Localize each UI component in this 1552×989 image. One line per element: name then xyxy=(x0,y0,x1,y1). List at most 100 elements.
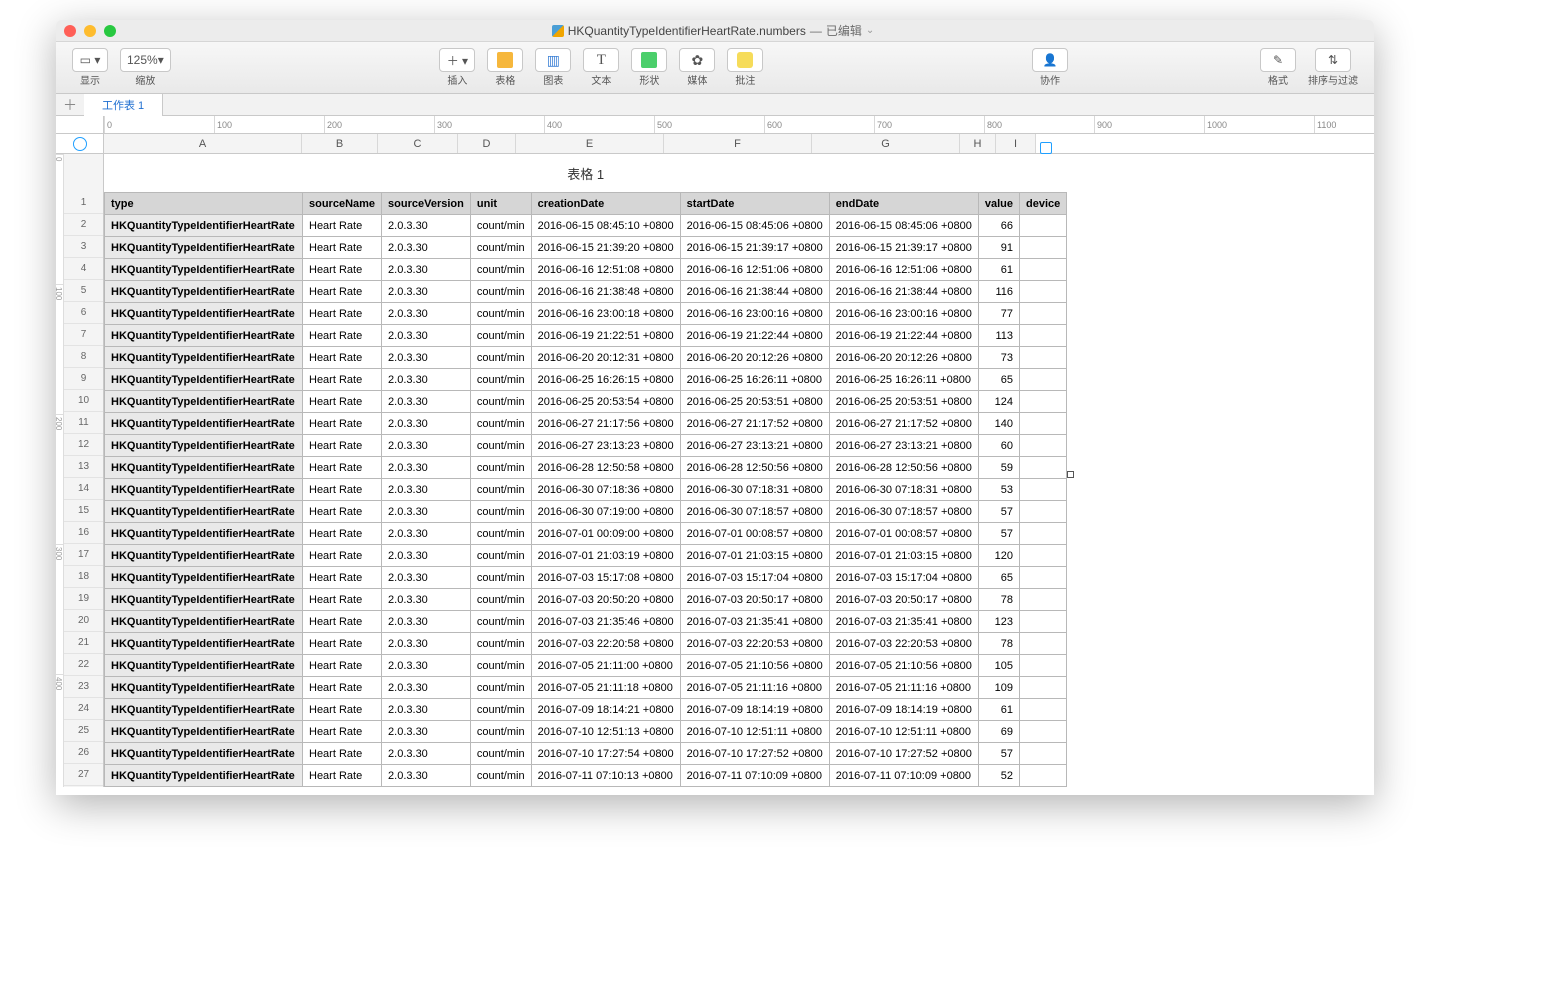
row-number[interactable]: 8 xyxy=(64,346,103,368)
column-header-H[interactable]: H xyxy=(960,134,996,153)
add-sheet-button[interactable]: ＋ xyxy=(56,95,84,115)
cell[interactable]: 2016-06-16 12:51:08 +0800 xyxy=(531,259,680,281)
header-cell[interactable]: unit xyxy=(470,193,531,215)
cell[interactable]: count/min xyxy=(470,237,531,259)
cell[interactable]: 2016-06-25 16:26:11 +0800 xyxy=(829,369,978,391)
cell[interactable]: 2016-07-09 18:14:19 +0800 xyxy=(680,699,829,721)
cell[interactable]: count/min xyxy=(470,281,531,303)
cell[interactable]: HKQuantityTypeIdentifierHeartRate xyxy=(105,655,303,677)
cell[interactable]: 2016-06-28 12:50:58 +0800 xyxy=(531,457,680,479)
row-number[interactable]: 17 xyxy=(64,544,103,566)
cell[interactable]: 2016-06-25 20:53:51 +0800 xyxy=(829,391,978,413)
cell[interactable]: HKQuantityTypeIdentifierHeartRate xyxy=(105,281,303,303)
cell[interactable] xyxy=(1020,677,1067,699)
cell[interactable]: 2016-07-09 18:14:19 +0800 xyxy=(829,699,978,721)
cell[interactable]: 123 xyxy=(978,611,1019,633)
cell[interactable]: 2.0.3.30 xyxy=(382,567,471,589)
cell[interactable]: Heart Rate xyxy=(303,523,382,545)
cell[interactable]: 2016-06-16 12:51:06 +0800 xyxy=(829,259,978,281)
cell[interactable] xyxy=(1020,765,1067,787)
cell[interactable]: 78 xyxy=(978,589,1019,611)
cell[interactable]: Heart Rate xyxy=(303,611,382,633)
cell[interactable]: 2.0.3.30 xyxy=(382,501,471,523)
cell[interactable]: Heart Rate xyxy=(303,391,382,413)
cell[interactable]: Heart Rate xyxy=(303,765,382,787)
cell[interactable]: 105 xyxy=(978,655,1019,677)
cell[interactable] xyxy=(1020,435,1067,457)
cell[interactable]: Heart Rate xyxy=(303,633,382,655)
column-header-F[interactable]: F xyxy=(664,134,812,153)
sheet-tab-1[interactable]: 工作表 1 xyxy=(84,94,163,116)
cell[interactable]: 2016-06-25 16:26:15 +0800 xyxy=(531,369,680,391)
cell[interactable]: 2016-06-25 16:26:11 +0800 xyxy=(680,369,829,391)
cell[interactable]: 53 xyxy=(978,479,1019,501)
cell[interactable]: 73 xyxy=(978,347,1019,369)
cell[interactable]: HKQuantityTypeIdentifierHeartRate xyxy=(105,633,303,655)
cell[interactable]: 2016-06-28 12:50:56 +0800 xyxy=(829,457,978,479)
cell[interactable]: 2.0.3.30 xyxy=(382,479,471,501)
cell[interactable]: 2016-06-16 23:00:18 +0800 xyxy=(531,303,680,325)
cell[interactable]: HKQuantityTypeIdentifierHeartRate xyxy=(105,413,303,435)
table-origin-handle[interactable] xyxy=(56,134,104,153)
cell[interactable]: 109 xyxy=(978,677,1019,699)
table-title[interactable]: 表格 1 xyxy=(104,154,1067,192)
cell[interactable]: 2.0.3.30 xyxy=(382,259,471,281)
data-table[interactable]: typesourceNamesourceVersionunitcreationD… xyxy=(104,192,1067,787)
cell[interactable]: HKQuantityTypeIdentifierHeartRate xyxy=(105,391,303,413)
chevron-down-icon[interactable]: ⌄ xyxy=(866,25,874,36)
cell[interactable]: 57 xyxy=(978,743,1019,765)
cell[interactable]: 2016-06-15 21:39:17 +0800 xyxy=(680,237,829,259)
cell[interactable]: 2.0.3.30 xyxy=(382,721,471,743)
cell[interactable]: 2016-07-03 22:20:53 +0800 xyxy=(829,633,978,655)
cell[interactable]: Heart Rate xyxy=(303,259,382,281)
cell[interactable]: count/min xyxy=(470,435,531,457)
cell[interactable]: HKQuantityTypeIdentifierHeartRate xyxy=(105,545,303,567)
cell[interactable]: 2.0.3.30 xyxy=(382,303,471,325)
row-number[interactable]: 1 xyxy=(64,192,103,214)
cell[interactable] xyxy=(1020,281,1067,303)
cell[interactable]: 2.0.3.30 xyxy=(382,523,471,545)
cell[interactable]: Heart Rate xyxy=(303,435,382,457)
cell[interactable]: count/min xyxy=(470,677,531,699)
cell[interactable]: 65 xyxy=(978,567,1019,589)
cell[interactable]: 2016-07-05 21:11:16 +0800 xyxy=(680,677,829,699)
column-header-E[interactable]: E xyxy=(516,134,664,153)
cell[interactable]: 65 xyxy=(978,369,1019,391)
cell[interactable]: HKQuantityTypeIdentifierHeartRate xyxy=(105,699,303,721)
header-cell[interactable]: creationDate xyxy=(531,193,680,215)
cell[interactable]: 2.0.3.30 xyxy=(382,589,471,611)
column-header-G[interactable]: G xyxy=(812,134,960,153)
cell[interactable]: 2016-07-03 20:50:20 +0800 xyxy=(531,589,680,611)
row-number[interactable]: 23 xyxy=(64,676,103,698)
cell[interactable]: 2.0.3.30 xyxy=(382,347,471,369)
row-number[interactable]: 11 xyxy=(64,412,103,434)
cell[interactable] xyxy=(1020,391,1067,413)
cell[interactable]: count/min xyxy=(470,699,531,721)
cell[interactable]: Heart Rate xyxy=(303,281,382,303)
row-number[interactable]: 21 xyxy=(64,632,103,654)
close-icon[interactable] xyxy=(64,25,76,37)
row-number[interactable]: 22 xyxy=(64,654,103,676)
cell[interactable]: 2.0.3.30 xyxy=(382,325,471,347)
cell[interactable]: 2016-07-01 00:08:57 +0800 xyxy=(680,523,829,545)
cell[interactable]: 2016-07-10 12:51:13 +0800 xyxy=(531,721,680,743)
cell[interactable]: 2016-07-10 12:51:11 +0800 xyxy=(829,721,978,743)
cell[interactable] xyxy=(1020,413,1067,435)
cell[interactable]: 2016-07-10 17:27:52 +0800 xyxy=(829,743,978,765)
cell[interactable]: 2016-07-05 21:10:56 +0800 xyxy=(680,655,829,677)
cell[interactable] xyxy=(1020,237,1067,259)
cell[interactable]: HKQuantityTypeIdentifierHeartRate xyxy=(105,743,303,765)
cell[interactable] xyxy=(1020,699,1067,721)
cell[interactable]: Heart Rate xyxy=(303,567,382,589)
cell[interactable]: Heart Rate xyxy=(303,699,382,721)
cell[interactable]: count/min xyxy=(470,743,531,765)
cell[interactable]: 61 xyxy=(978,259,1019,281)
cell[interactable]: count/min xyxy=(470,633,531,655)
cell[interactable]: 60 xyxy=(978,435,1019,457)
cell[interactable]: HKQuantityTypeIdentifierHeartRate xyxy=(105,611,303,633)
cell[interactable]: 2.0.3.30 xyxy=(382,391,471,413)
cell[interactable]: 2016-06-27 23:13:23 +0800 xyxy=(531,435,680,457)
cell[interactable]: 2.0.3.30 xyxy=(382,743,471,765)
cell[interactable]: HKQuantityTypeIdentifierHeartRate xyxy=(105,435,303,457)
cell[interactable]: 2016-06-27 21:17:56 +0800 xyxy=(531,413,680,435)
